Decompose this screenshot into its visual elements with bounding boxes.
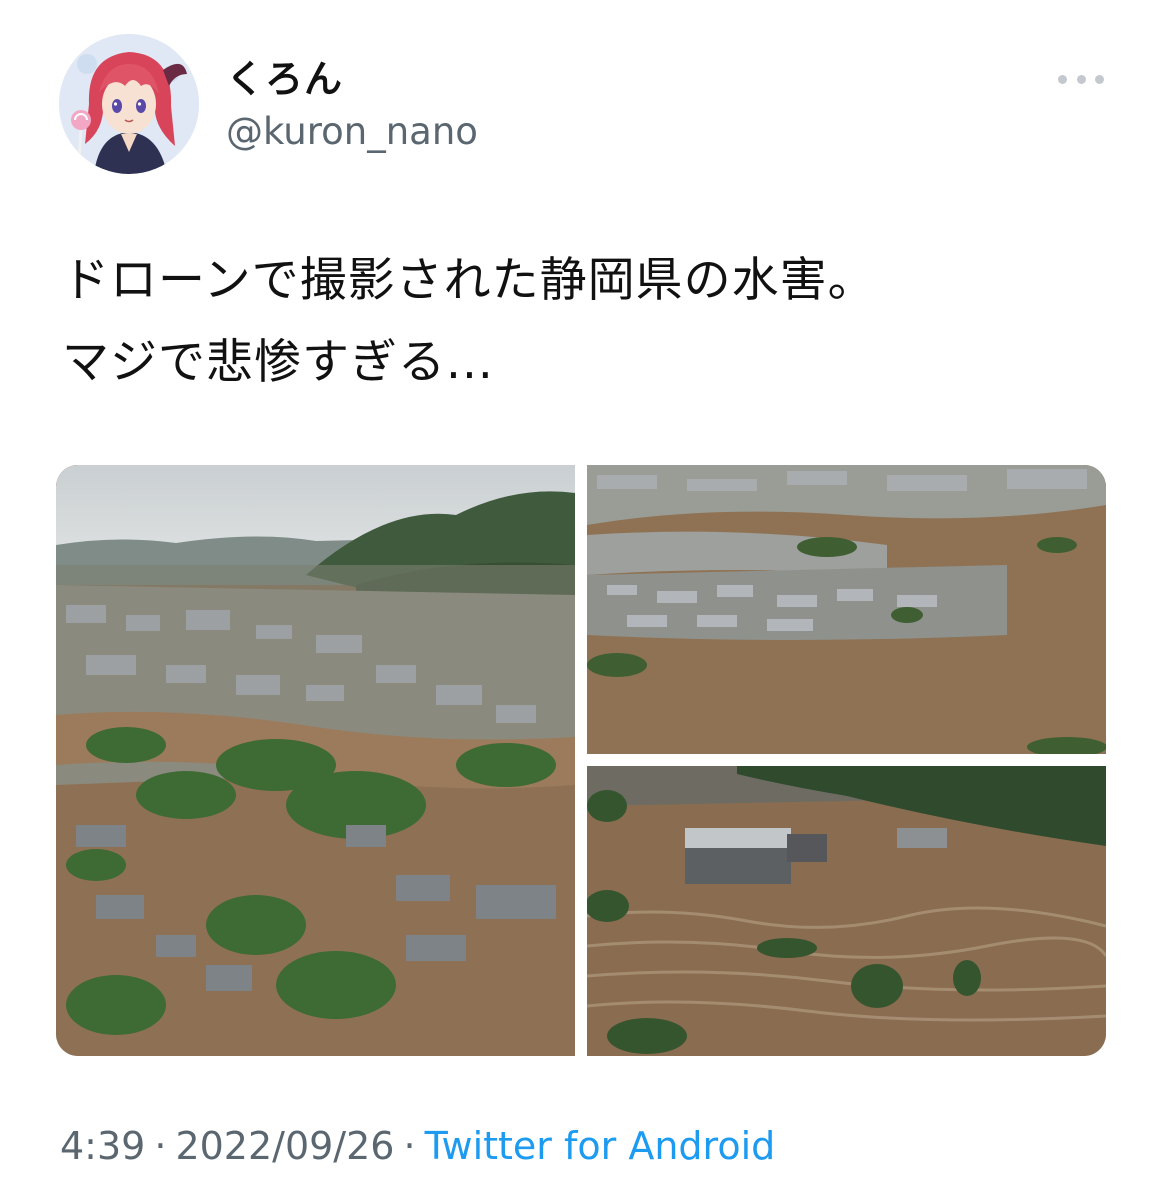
more-dot (1058, 74, 1067, 84)
tweet-text-line: マジで悲惨すぎる... (62, 335, 494, 390)
media-grid (56, 465, 1106, 1056)
tweet-source-link[interactable]: Twitter for Android (425, 1124, 776, 1168)
author-avatar[interactable] (59, 34, 199, 174)
tweet-date[interactable]: 2022/09/26 (175, 1124, 394, 1168)
media-photo-2[interactable] (587, 465, 1106, 754)
meta-separator: · (403, 1124, 416, 1168)
meta-separator: · (154, 1124, 167, 1168)
tweet-text-line: ドローンで撮影された静岡県の水害。 (62, 253, 876, 308)
tweet-text: ドローンで撮影された静岡県の水害。 マジで悲惨すぎる... (62, 240, 1102, 404)
more-dot (1095, 74, 1104, 84)
author-display-name[interactable]: くろん (226, 56, 343, 102)
more-options-icon[interactable] (1058, 64, 1104, 94)
tweet-meta: 4:39 · 2022/09/26 · Twitter for Android (60, 1122, 775, 1170)
tweet-time[interactable]: 4:39 (60, 1124, 145, 1168)
media-photo-1[interactable] (56, 465, 575, 1056)
author-handle[interactable]: @kuron_nano (226, 110, 478, 154)
media-photo-3[interactable] (587, 766, 1106, 1056)
more-dot (1076, 74, 1086, 84)
